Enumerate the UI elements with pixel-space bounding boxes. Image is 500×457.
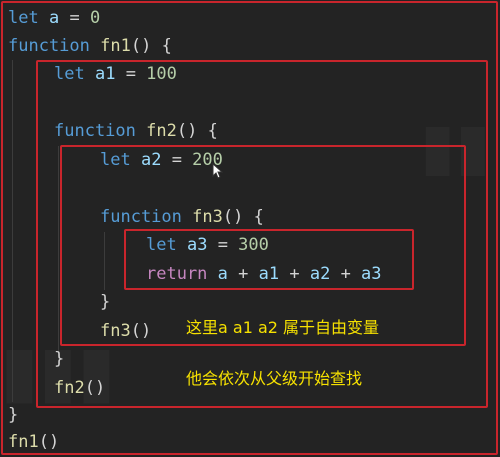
punctuation: (): [38, 432, 60, 452]
code-line-14: fn1(): [8, 428, 59, 456]
operator: =: [59, 8, 90, 28]
identifier: a2: [309, 264, 331, 284]
code-line-7: let a3 = 300: [146, 231, 269, 259]
code-line-2: function fn1() {: [8, 32, 172, 60]
punctuation: (): [130, 321, 152, 341]
operator: =: [115, 64, 147, 84]
identifier: a1: [258, 264, 280, 284]
keyword: let: [146, 235, 177, 255]
code-line-8: return a + a1 + a2 + a3: [146, 260, 382, 288]
function-name: fn3: [192, 207, 223, 227]
code-line-13: }: [8, 401, 18, 429]
operator: +: [227, 264, 259, 284]
number-literal: 100: [146, 64, 177, 84]
function-name: fn2: [54, 378, 85, 398]
code-line-4: function fn2() {: [54, 117, 218, 145]
number-literal: 0: [89, 8, 101, 28]
identifier: a3: [186, 235, 208, 255]
code-line-1: let a = 0: [8, 4, 100, 32]
punctuation: () {: [176, 121, 218, 141]
number-literal: 300: [238, 235, 269, 255]
return-keyword: return: [146, 264, 208, 284]
code-line-12: fn2(): [54, 374, 105, 402]
punctuation: () {: [222, 207, 264, 227]
punctuation: () {: [130, 36, 172, 56]
identifier: a1: [94, 64, 116, 84]
identifier: a: [217, 264, 228, 284]
keyword: let: [100, 150, 131, 170]
mouse-pointer-icon: [212, 163, 224, 179]
operator: +: [279, 264, 310, 284]
operator: =: [161, 150, 193, 170]
function-name: fn2: [146, 121, 177, 141]
code-line-5: let a2 = 200: [100, 146, 223, 174]
identifier: a2: [140, 150, 162, 170]
function-name: fn1: [8, 432, 39, 452]
operator: =: [207, 235, 239, 255]
code-line-9: }: [100, 288, 110, 316]
function-name: fn3: [100, 321, 131, 341]
code-line-6: function fn3() {: [100, 203, 264, 231]
punctuation: (): [84, 378, 106, 398]
keyword: function: [100, 207, 182, 227]
annotation-lookup-order: 他会依次从父级开始查找: [186, 369, 363, 388]
operator: +: [330, 264, 362, 284]
keyword: let: [54, 64, 85, 84]
code-line-11: }: [54, 345, 64, 373]
punctuation: }: [54, 349, 65, 369]
punctuation: }: [100, 292, 111, 312]
keyword: function: [8, 36, 90, 56]
code-editor: ▮▮ ▮▮▮ let a = 0 function fn1() { let a1…: [0, 0, 500, 457]
keyword: function: [54, 121, 136, 141]
function-name: fn1: [100, 36, 131, 56]
punctuation: }: [8, 405, 19, 425]
code-line-3: let a1 = 100: [54, 60, 177, 88]
identifier: a3: [361, 264, 382, 284]
code-line-10: fn3(): [100, 317, 151, 345]
identifier: a: [48, 8, 60, 28]
annotation-free-variables: 这里a a1 a2 属于自由变量: [186, 318, 380, 337]
keyword: let: [8, 8, 39, 28]
